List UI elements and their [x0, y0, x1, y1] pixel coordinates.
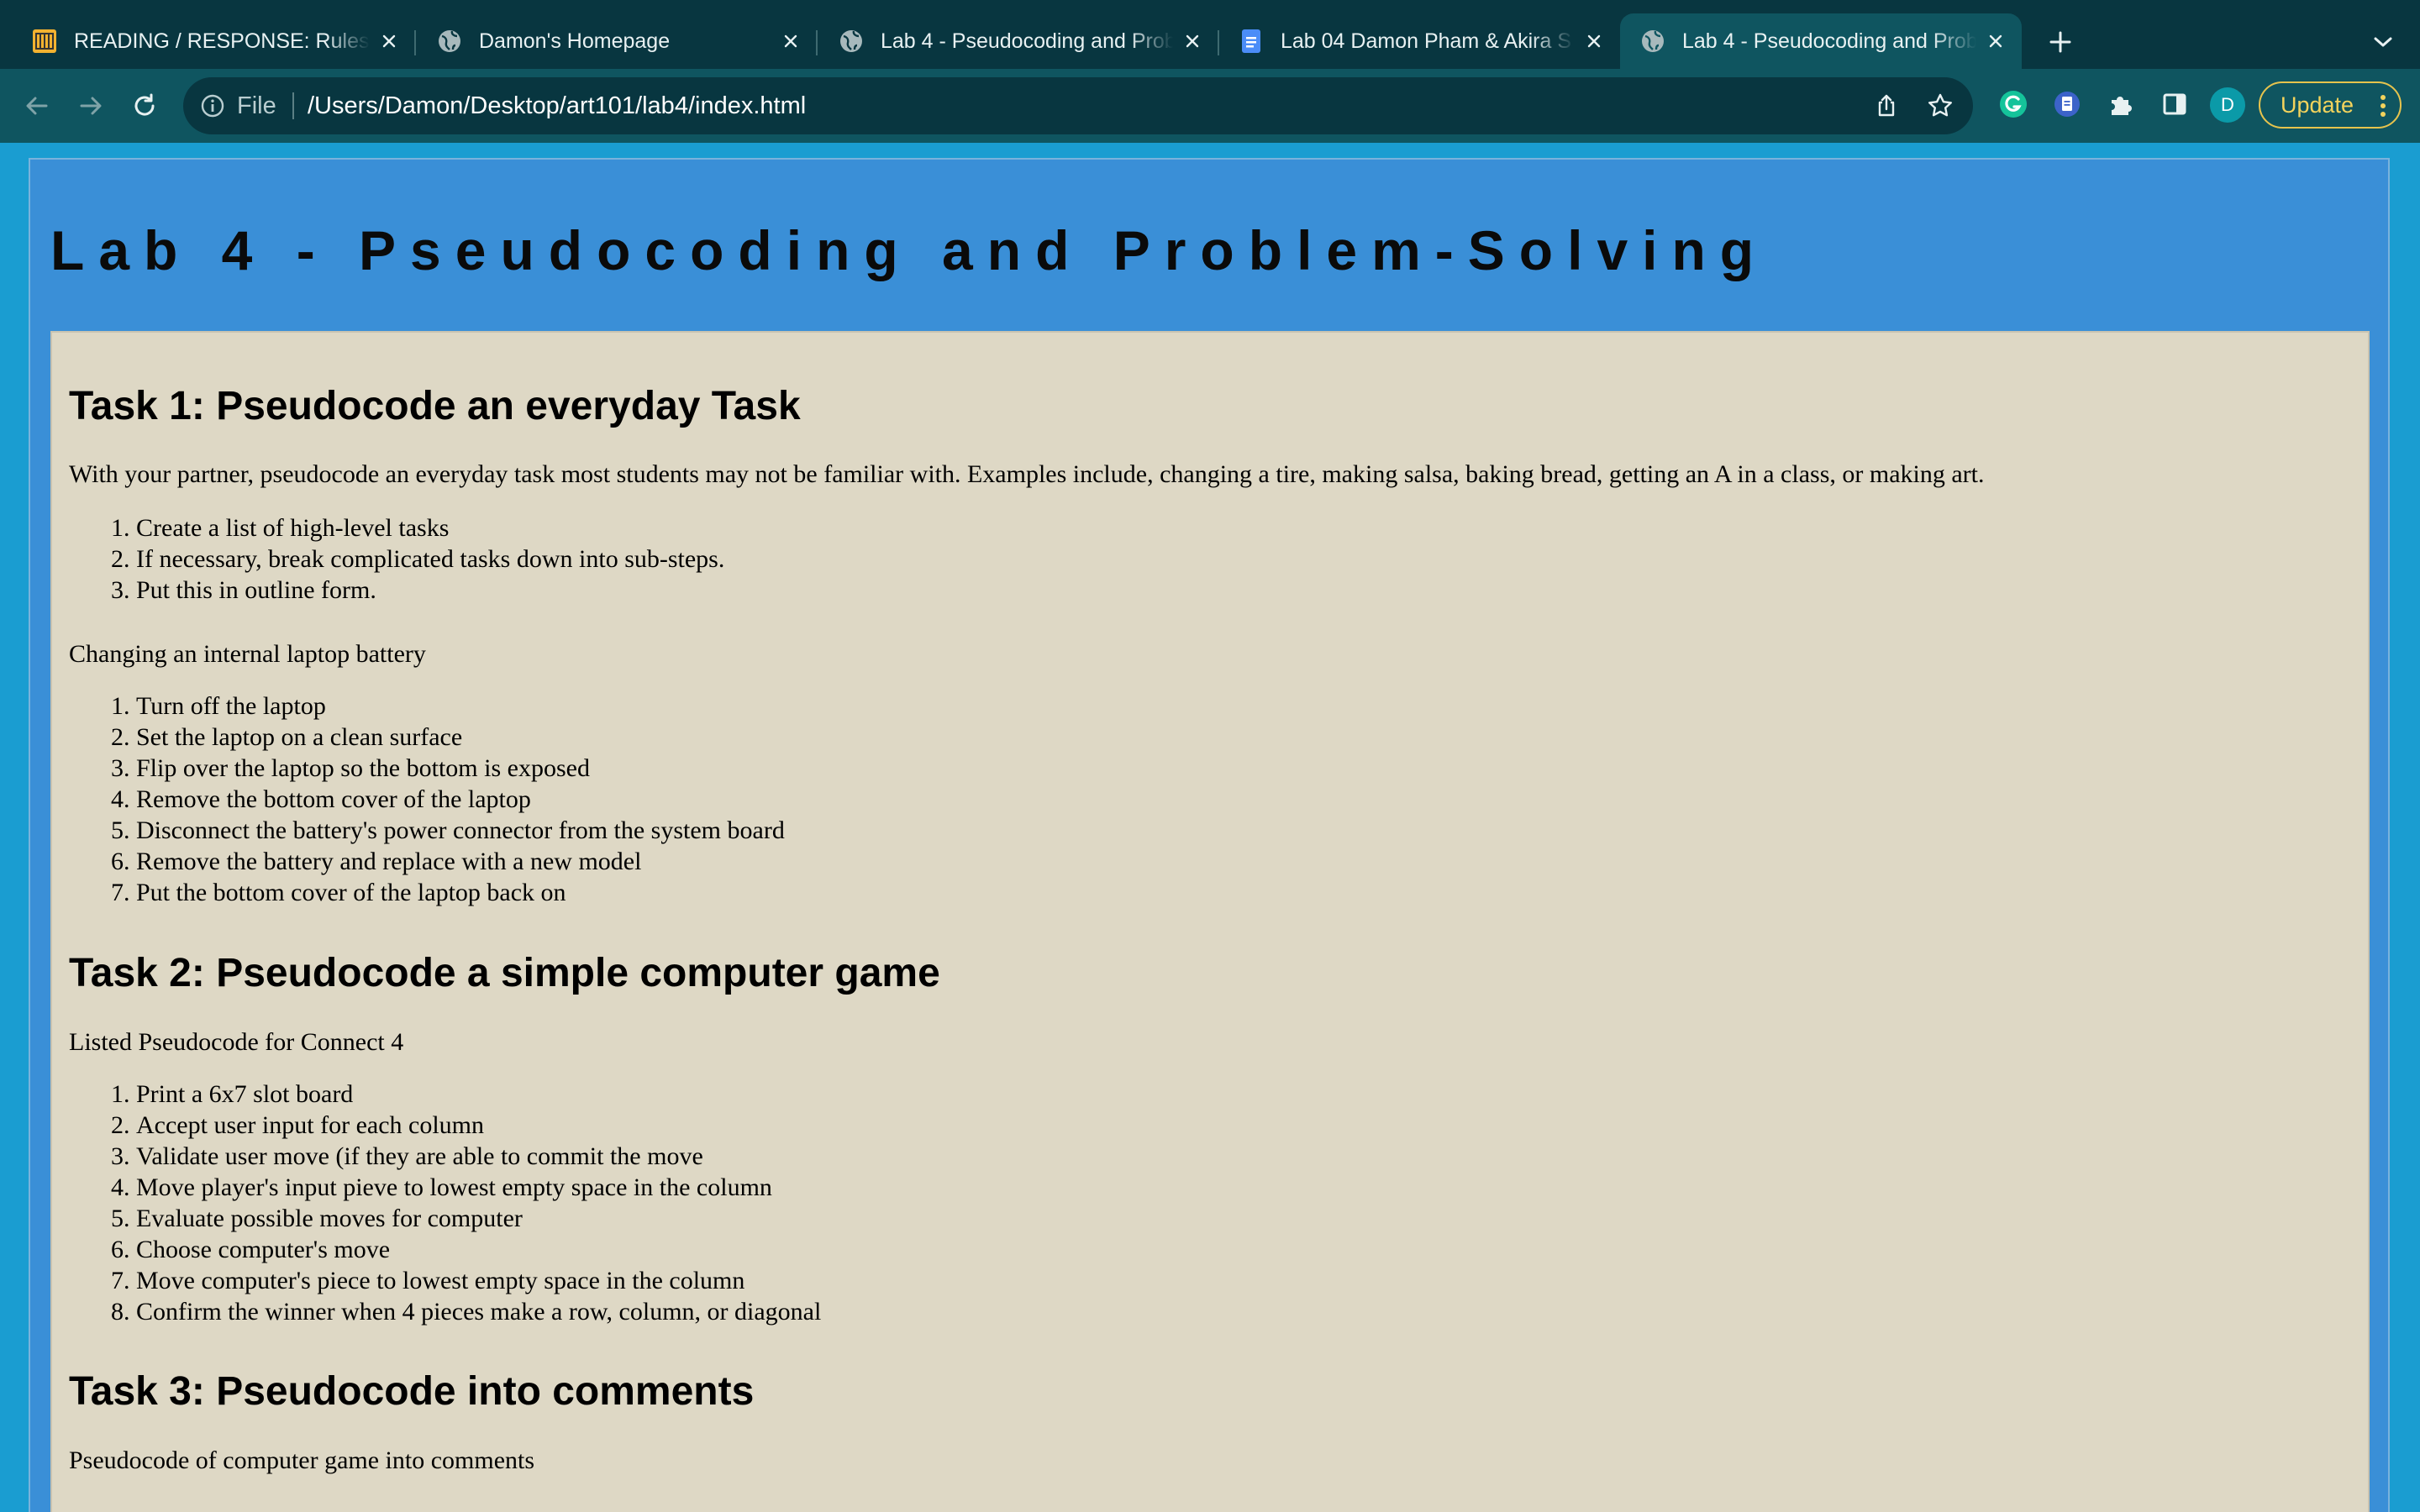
- tab-lab04-google-doc[interactable]: Lab 04 Damon Pham & Akira S: [1218, 13, 1620, 69]
- update-label: Update: [2281, 92, 2354, 118]
- more-menu-icon[interactable]: [2378, 93, 2388, 118]
- tab-title: Lab 04 Damon Pham & Akira S: [1281, 29, 1572, 53]
- list-item: Disconnect the battery's power connector…: [136, 815, 785, 846]
- close-tab-icon[interactable]: [1180, 29, 1205, 54]
- task3-subheading: Pseudocode of computer game into comment…: [69, 1446, 535, 1474]
- list-item: Set the laptop on a clean surface: [136, 722, 785, 753]
- task1-items-list: Turn off the laptop Set the laptop on a …: [69, 690, 785, 908]
- tab-title: Lab 4 - Pseudocoding and Problem-Solving: [1682, 29, 1976, 53]
- tab-reading-response[interactable]: READING / RESPONSE: Rules of: [0, 13, 416, 69]
- list-item: Move computer's piece to lowest empty sp…: [136, 1265, 821, 1296]
- forward-button[interactable]: [72, 87, 109, 124]
- tab-search-chevron-icon[interactable]: [2368, 27, 2398, 57]
- address-bar[interactable]: File /Users/Damon/Desktop/art101/lab4/in…: [183, 77, 1973, 134]
- task2-subheading: Listed Pseudocode for Connect 4: [69, 1028, 404, 1056]
- tab-damons-homepage[interactable]: Damon's Homepage: [415, 13, 818, 69]
- share-icon[interactable]: [1872, 92, 1901, 120]
- close-tab-icon[interactable]: [1983, 29, 2008, 54]
- url-scheme-label: File: [237, 92, 276, 119]
- site-info-icon[interactable]: [198, 92, 227, 120]
- google-docs-icon: [1239, 29, 1264, 54]
- list-item: Move player's input pieve to lowest empt…: [136, 1172, 821, 1203]
- url-text[interactable]: /Users/Damon/Desktop/art101/lab4/index.h…: [308, 77, 806, 134]
- list-item: Create a list of high-level tasks: [136, 512, 724, 543]
- tab-title: READING / RESPONSE: Rules of: [74, 29, 370, 53]
- new-tab-button[interactable]: [2044, 25, 2077, 59]
- ucsc-favicon: [32, 29, 57, 54]
- tab-strip: READING / RESPONSE: Rules of Damon's Hom…: [0, 0, 2420, 69]
- tab-title: Lab 4 - Pseudocoding and Problem-Solving: [881, 29, 1173, 53]
- update-button[interactable]: Update: [2259, 81, 2402, 129]
- task2-items-list: Print a 6x7 slot board Accept user input…: [69, 1079, 821, 1327]
- grammarly-extension-icon[interactable]: [1996, 87, 2030, 121]
- back-button[interactable]: [18, 87, 55, 124]
- list-item: Remove the battery and replace with a ne…: [136, 846, 785, 877]
- list-item: Choose computer's move: [136, 1234, 821, 1265]
- list-item: Flip over the laptop so the bottom is ex…: [136, 753, 785, 784]
- task1-intro: With your partner, pseudocode an everyda…: [69, 460, 1985, 488]
- list-item: Remove the bottom cover of the laptop: [136, 784, 785, 815]
- document-extension-icon[interactable]: [2050, 87, 2084, 121]
- page-header-panel: Lab 4 - Pseudocoding and Problem-Solving…: [29, 158, 2390, 1512]
- list-item: Evaluate possible moves for computer: [136, 1203, 821, 1234]
- list-item: Confirm the winner when 4 pieces make a …: [136, 1296, 821, 1327]
- bookmark-star-icon[interactable]: [1926, 92, 1954, 120]
- globe-icon: [1640, 29, 1665, 54]
- task1-heading: Task 1: Pseudocode an everyday Task: [69, 384, 801, 428]
- page-title: Lab 4 - Pseudocoding and Problem-Solving: [50, 219, 1769, 281]
- list-item: Put this in outline form.: [136, 575, 724, 606]
- close-tab-icon[interactable]: [778, 29, 803, 54]
- list-item: Validate user move (if they are able to …: [136, 1141, 821, 1172]
- tab-title: Damon's Homepage: [479, 29, 671, 53]
- list-item: Print a 6x7 slot board: [136, 1079, 821, 1110]
- task1-subheading: Changing an internal laptop battery: [69, 640, 426, 668]
- tab-lab4-active[interactable]: Lab 4 - Pseudocoding and Problem-Solving: [1620, 13, 2022, 69]
- content-panel: Task 1: Pseudocode an everyday Task With…: [50, 331, 2370, 1512]
- list-item: Accept user input for each column: [136, 1110, 821, 1141]
- profile-avatar[interactable]: D: [2210, 87, 2245, 123]
- task3-heading: Task 3: Pseudocode into comments: [69, 1369, 755, 1414]
- omnibox-divider: [292, 92, 294, 119]
- close-tab-icon[interactable]: [1581, 29, 1607, 54]
- globe-icon: [839, 29, 864, 54]
- close-tab-icon[interactable]: [376, 29, 402, 54]
- list-item: If necessary, break complicated tasks do…: [136, 543, 724, 575]
- list-item: Put the bottom cover of the laptop back …: [136, 877, 785, 908]
- tab-lab4-pseudocoding[interactable]: Lab 4 - Pseudocoding and Problem-Solving: [817, 13, 1219, 69]
- extensions-puzzle-icon[interactable]: [2104, 87, 2138, 121]
- side-panel-icon[interactable]: [2158, 87, 2191, 121]
- task2-heading: Task 2: Pseudocode a simple computer gam…: [69, 951, 940, 995]
- globe-icon: [437, 29, 462, 54]
- task1-steps-list: Create a list of high-level tasks If nec…: [69, 512, 724, 606]
- list-item: Turn off the laptop: [136, 690, 785, 722]
- reload-button[interactable]: [126, 87, 163, 124]
